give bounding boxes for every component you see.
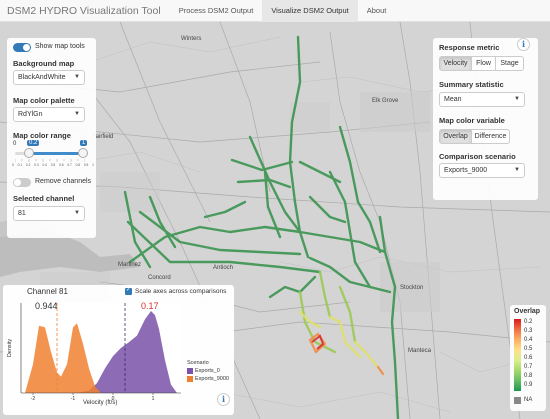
show-map-tools-label: Show map tools xyxy=(35,43,85,50)
channel-plot-panel: Channel 81 ✓ Scale axes across compariso… xyxy=(3,285,234,415)
legend-tick: 0.7 xyxy=(524,364,533,370)
color-range-label: Map color range xyxy=(13,131,71,140)
legend-tick: 0.8 xyxy=(524,373,533,379)
range-tick: 0.3 xyxy=(34,163,39,167)
selected-channel-value: 81 xyxy=(18,210,26,217)
map-label-concord: Concord xyxy=(148,275,171,281)
difference-button[interactable]: Difference xyxy=(471,129,510,144)
scenario-swatch-exports9000 xyxy=(187,376,193,382)
selected-channel-label: Selected channel xyxy=(13,194,75,203)
comparison-scenario-value: Exports_9000 xyxy=(444,167,488,174)
range-tick: 0.6 xyxy=(59,163,64,167)
range-tick: 0.5 xyxy=(50,163,56,167)
range-tick: 0.8 xyxy=(75,163,81,167)
overlap-left-value: 0.944 xyxy=(35,301,58,311)
legend-tick: 0.2 xyxy=(524,319,533,325)
x-tick-label: 1 xyxy=(152,396,155,402)
range-tick: 1 xyxy=(92,163,94,167)
range-high-badge: 1 xyxy=(80,140,88,146)
map-label-martinez: Martinez xyxy=(118,262,142,268)
legend-tick: 0.6 xyxy=(524,355,533,361)
scenario-legend-exports0: Exports_0 xyxy=(195,368,220,374)
scenario-legend-exports9000: Exports_9000 xyxy=(195,376,229,382)
background-map-select[interactable]: BlackAndWhite ▼ xyxy=(13,70,85,85)
range-tick: 0.4 xyxy=(42,163,47,167)
tab-process-output[interactable]: Process DSM2 Output xyxy=(170,0,263,22)
palette-select[interactable]: RdYlGn ▼ xyxy=(13,107,85,122)
comparison-scenario-select[interactable]: Exports_9000 ▼ xyxy=(439,163,525,178)
summary-statistic-select[interactable]: Mean ▼ xyxy=(439,92,525,107)
legend-tick: 0.5 xyxy=(524,346,533,352)
range-slider-handle-high[interactable] xyxy=(78,148,88,158)
map-view[interactable]: Winters Fairfield Elk Grove Concord Anti… xyxy=(0,22,550,419)
overlap-button[interactable]: Overlap xyxy=(439,129,472,144)
range-min-label: 0 xyxy=(13,141,17,147)
velocity-button[interactable]: Velocity xyxy=(439,56,472,71)
flow-button[interactable]: Flow xyxy=(471,56,496,71)
summary-statistic-value: Mean xyxy=(444,96,462,103)
range-tick: 0.7 xyxy=(67,163,72,167)
xlabel: Velocity (ft/s) xyxy=(83,400,118,406)
palette-value: RdYlGn xyxy=(18,111,43,118)
legend-tick: 0.9 xyxy=(524,382,533,388)
overlap-legend: Overlap 0.2 0.3 0.4 0.5 0.6 0.7 0.8 0.9 … xyxy=(510,305,546,411)
legend-na-swatch xyxy=(514,397,521,404)
map-label-stockton: Stockton xyxy=(400,285,424,291)
remove-channels-label: Remove channels xyxy=(35,178,92,185)
map-label-manteca: Manteca xyxy=(408,348,432,354)
response-metric-label: Response metric xyxy=(439,43,500,52)
remove-channels-toggle[interactable] xyxy=(13,178,31,187)
range-tick-labels: 0 0.1 0.2 0.3 0.4 0.5 0.6 0.7 0.8 0.9 1 xyxy=(12,163,94,169)
caret-down-icon: ▼ xyxy=(74,74,80,80)
tab-visualize-output[interactable]: Visualize DSM2 Output xyxy=(262,0,358,22)
map-label-elk-grove: Elk Grove xyxy=(372,98,399,104)
comparison-panel: i Response metric Velocity Flow Stage Su… xyxy=(433,38,538,200)
range-slider-fill xyxy=(29,152,84,155)
selected-channel-select[interactable]: 81 ▼ xyxy=(13,206,85,221)
range-tick: 0.2 xyxy=(25,163,31,167)
range-tick: 0.1 xyxy=(17,163,23,167)
range-tick: 0.9 xyxy=(83,163,89,167)
app-title[interactable]: DSM2 HYDRO Visualization Tool xyxy=(0,5,170,17)
ylabel: Density xyxy=(7,338,14,358)
caret-down-icon: ▼ xyxy=(514,96,520,102)
map-tools-panel: Show map tools Background map BlackAndWh… xyxy=(7,38,96,238)
map-label-city: Winters xyxy=(181,36,202,42)
x-tick-label: -1 xyxy=(71,396,76,402)
caret-down-icon: ▼ xyxy=(74,210,80,216)
background-map-value: BlackAndWhite xyxy=(18,74,66,81)
navbar: DSM2 HYDRO Visualization Tool Process DS… xyxy=(0,0,550,22)
legend-colorbar xyxy=(514,319,521,391)
legend-tick: 0.4 xyxy=(524,337,533,343)
caret-down-icon: ▼ xyxy=(74,111,80,117)
tab-about[interactable]: About xyxy=(358,0,396,22)
map-color-variable-label: Map color variable xyxy=(439,116,505,125)
summary-statistic-label: Summary statistic xyxy=(439,80,504,89)
info-icon[interactable]: i xyxy=(217,393,230,406)
scenario-swatch-exports0 xyxy=(187,368,193,374)
legend-tick: 0.3 xyxy=(524,328,533,334)
range-slider-handle-low[interactable] xyxy=(24,148,34,158)
overlap-right-value: 0.17 xyxy=(141,301,159,311)
scenario-legend-title: Scenario xyxy=(187,360,209,366)
stage-button[interactable]: Stage xyxy=(495,56,524,71)
show-map-tools-toggle[interactable] xyxy=(13,43,31,52)
legend-na-label: NA xyxy=(524,397,533,403)
background-map-label: Background map xyxy=(13,59,75,68)
palette-label: Map color palette xyxy=(13,96,75,105)
map-label-antioch: Antioch xyxy=(213,265,234,271)
range-low-badge: 0.2 xyxy=(27,140,40,146)
x-tick-label: -2 xyxy=(31,396,36,402)
info-icon[interactable]: i xyxy=(517,38,530,51)
legend-title: Overlap xyxy=(514,308,541,315)
comparison-scenario-label: Comparison scenario xyxy=(439,152,516,161)
range-tick: 0 xyxy=(12,163,14,167)
caret-down-icon: ▼ xyxy=(514,167,520,173)
